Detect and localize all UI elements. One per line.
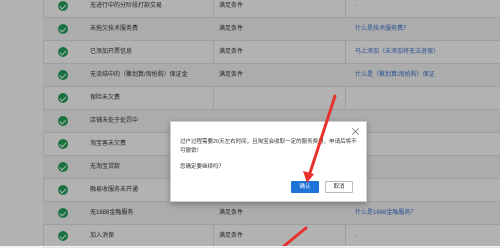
arrow-bottom-icon [282,226,308,246]
annotation-arrows [282,94,337,246]
arrow-up-icon [303,94,337,183]
